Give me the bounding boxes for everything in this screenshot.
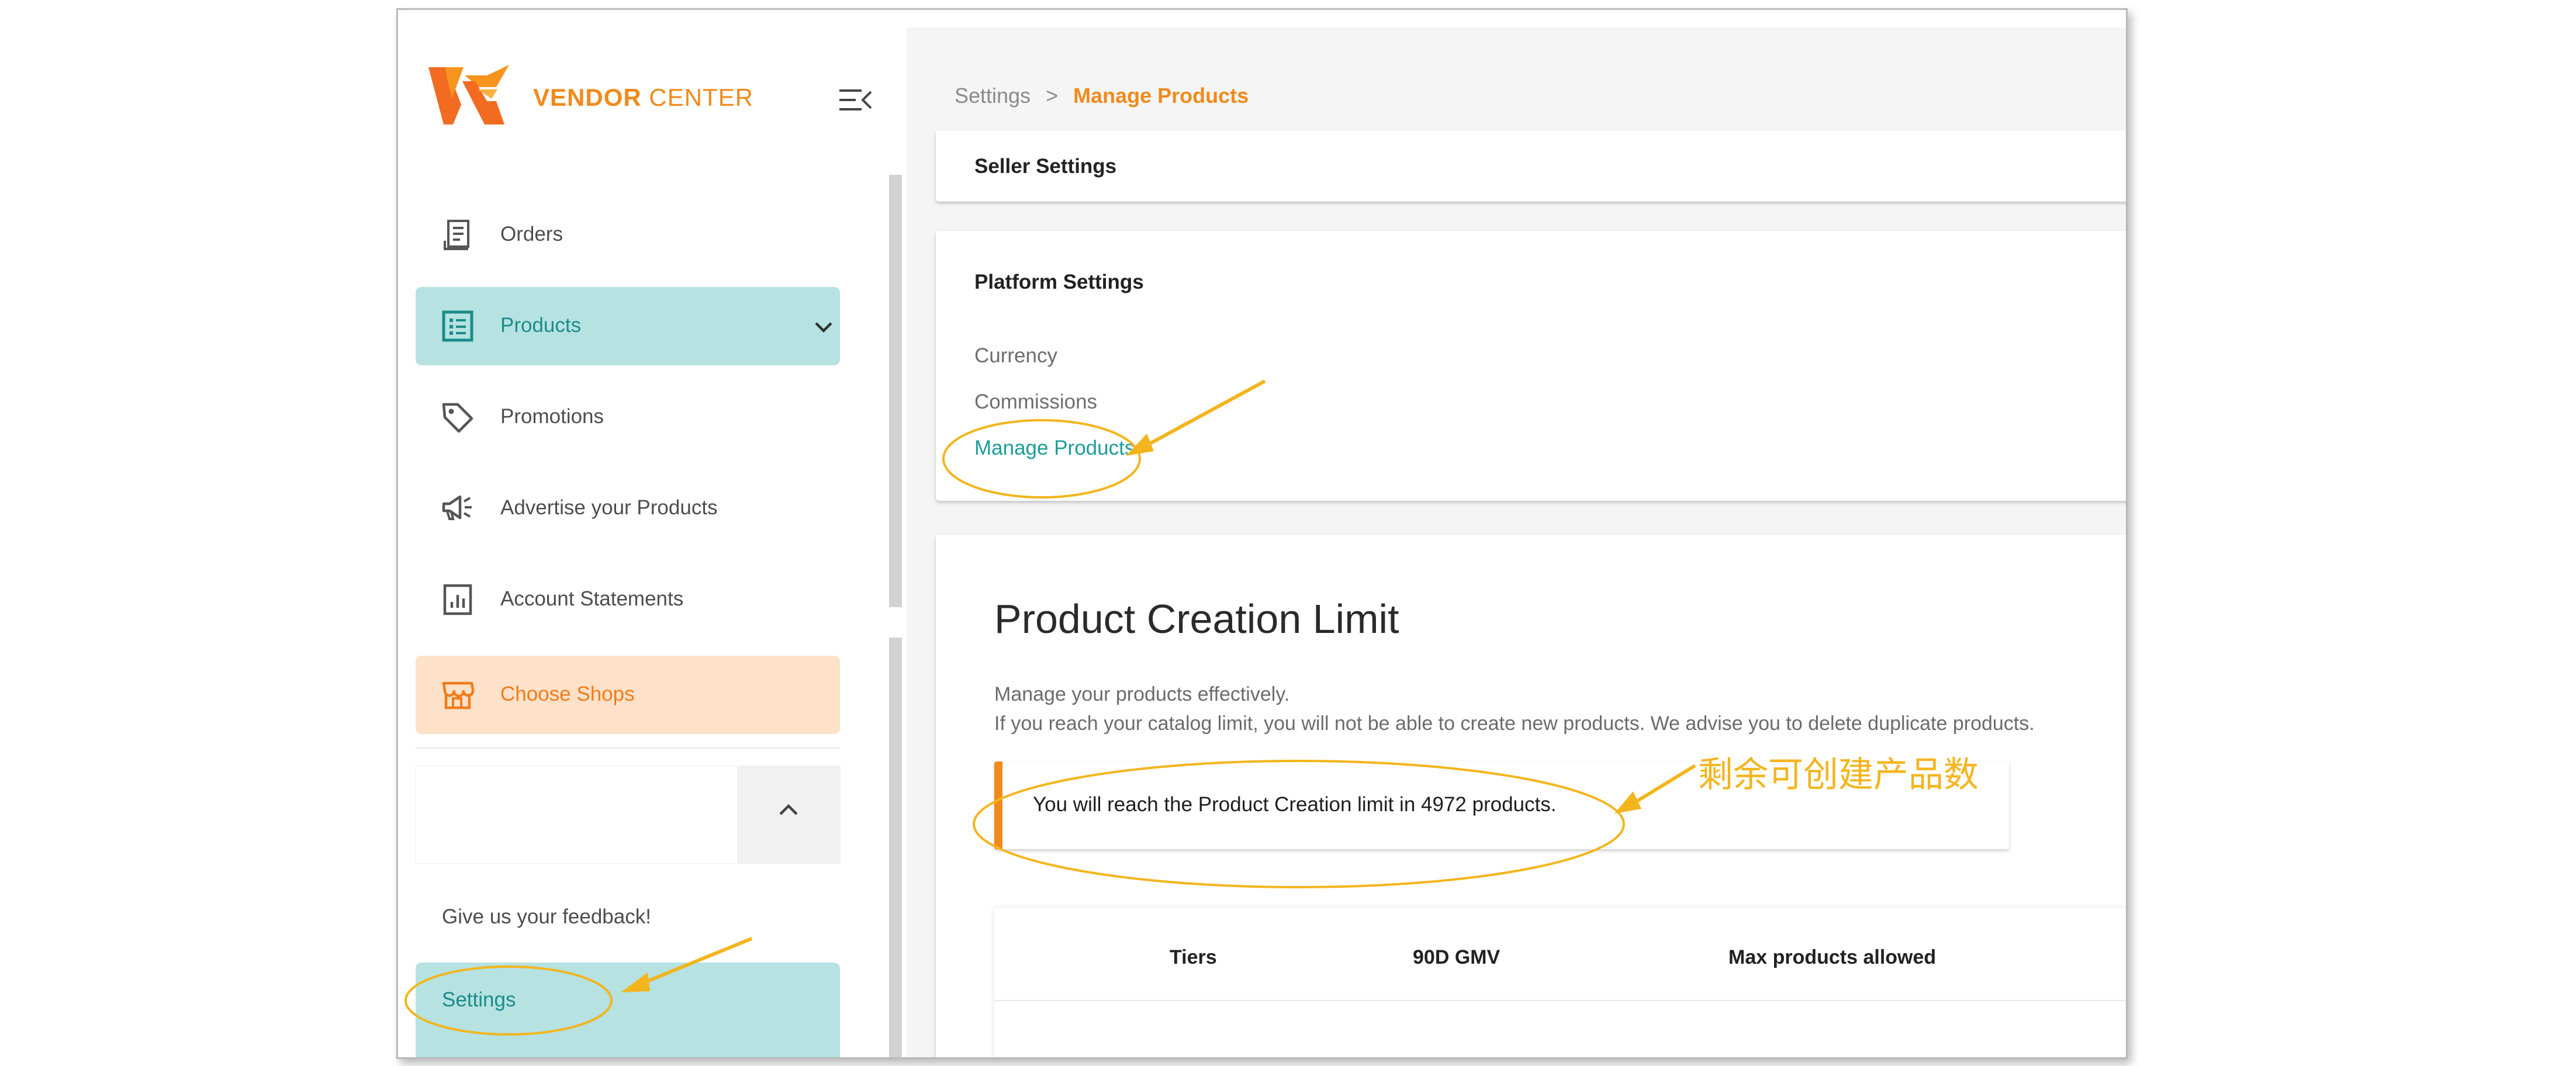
sidebar: VENDOR CENTER Orders Products Promotions… [398,10,907,1057]
section-toggle-button[interactable] [737,766,840,863]
table-header-gmv: 90D GMV [1413,946,1500,968]
collapse-menu-icon[interactable] [839,87,872,113]
main-content: Settings > Manage Products Seller Settings… [907,27,2126,1057]
platform-settings-card: Platform Settings Currency Commissions M… [936,231,2126,501]
brand-name: VENDOR CENTER [533,84,754,111]
breadcrumb-separator: > [1046,84,1059,108]
sidebar-item-label: Promotions [500,405,604,428]
sidebar-item-label: Advertise your Products [500,496,718,519]
orders-icon [444,220,469,250]
limit-alert-text: You will reach the Product Creation limi… [1033,793,1557,816]
table-header-max-products: Max products allowed [1728,946,1937,968]
sidebar-item-products[interactable]: Products [416,287,840,365]
shop-icon [442,681,475,709]
feedback-link[interactable]: Give us your feedback! [442,905,651,929]
seller-settings-title: Seller Settings [974,155,1117,178]
sidebar-item-label: Choose Shops [500,683,635,705]
sidebar-item-label: Orders [500,223,563,245]
sidebar-item-orders[interactable]: Orders [416,196,840,274]
megaphone-icon [442,495,472,520]
chevron-up-icon [779,804,798,815]
table-header-tiers: Tiers [1170,946,1217,968]
products-list-icon [442,310,473,342]
breadcrumb-current: Manage Products [1073,84,1249,108]
app-window: VENDOR CENTER Orders Products Promotions… [396,8,2128,1059]
page-title: Product Creation Limit [994,596,1399,642]
scrollbar-gap [888,607,903,638]
sidebar-item-advertise[interactable]: Advertise your Products [416,469,840,548]
tag-icon [442,403,473,433]
statement-chart-icon [443,584,472,615]
sidebar-item-label: Products [500,314,582,337]
table-divider [994,1000,2126,1001]
sidebar-item-label: Settings [442,988,516,1011]
breadcrumb-settings[interactable]: Settings [955,84,1031,108]
commissions-link[interactable]: Commissions [974,390,1097,414]
seller-settings-card[interactable]: Seller Settings [936,130,2126,202]
currency-link[interactable]: Currency [974,344,1057,368]
tiers-table: Tiers 90D GMV Max products allowed [994,908,2126,1057]
limit-description-2: If you reach your catalog limit, you wil… [994,712,2035,735]
platform-settings-title: Platform Settings [974,271,1144,293]
sidebar-item-promotions[interactable]: Promotions [416,378,840,456]
manage-products-link[interactable]: Manage Products [974,437,1135,460]
limit-description-1: Manage your products effectively. [994,683,1290,705]
breadcrumb: Settings > Manage Products [955,84,1249,108]
sidebar-item-settings[interactable]: Settings [416,963,840,1057]
sidebar-item-choose-shops[interactable]: Choose Shops [416,656,840,734]
sidebar-divider [416,747,840,749]
sidebar-item-account-statements[interactable]: Account Statements [416,560,840,639]
chevron-down-icon[interactable] [814,321,833,334]
sidebar-item-label: Account Statements [500,587,684,610]
annotation-note: 剩余可创建产品数 [1698,754,1979,795]
vendor-center-logo [428,65,509,124]
